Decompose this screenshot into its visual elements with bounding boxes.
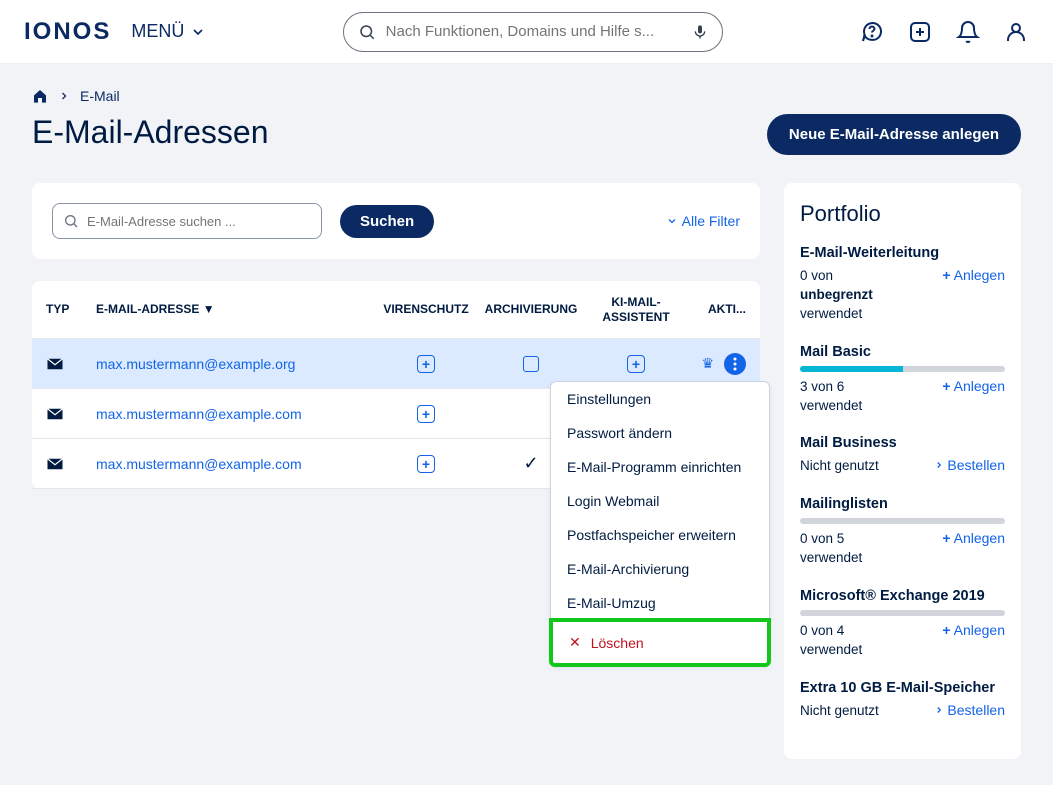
portfolio-item: Extra 10 GB E-Mail-Speicher Nicht genutzt… xyxy=(800,680,1005,721)
home-icon[interactable] xyxy=(32,88,48,104)
search-panel: Suchen Alle Filter xyxy=(32,183,760,259)
portfolio-action-link[interactable]: Bestellen xyxy=(934,457,1005,473)
close-icon: ✕ xyxy=(569,634,581,651)
row-context-menu: EinstellungenPasswort ändernE-Mail-Progr… xyxy=(550,381,770,666)
search-wrap xyxy=(218,12,847,52)
breadcrumb-current[interactable]: E-Mail xyxy=(80,88,120,104)
portfolio-usage: 3 von 6verwendet xyxy=(800,378,862,416)
bell-icon[interactable] xyxy=(955,19,981,45)
global-search-input[interactable] xyxy=(386,23,682,40)
portfolio-item-title: Extra 10 GB E-Mail-Speicher xyxy=(800,680,1005,696)
archive-checkbox[interactable] xyxy=(523,356,539,372)
menu-item[interactable]: Login Webmail xyxy=(551,484,769,518)
search-button[interactable]: Suchen xyxy=(340,205,434,238)
portfolio-item: E-Mail-Weiterleitung 0 vonunbegrenztverwe… xyxy=(800,245,1005,324)
col-actions[interactable]: AKTI... xyxy=(686,302,746,316)
portfolio-item-title: Mail Basic xyxy=(800,344,1005,360)
menu-item-delete[interactable]: ✕Löschen xyxy=(549,618,771,667)
email-link[interactable]: max.mustermann@example.org xyxy=(96,356,376,372)
menu-item[interactable]: E-Mail-Programm einrichten xyxy=(551,450,769,484)
usage-bar xyxy=(800,610,1005,616)
filter-label: Alle Filter xyxy=(682,213,740,229)
menu-item[interactable]: E-Mail-Archivierung xyxy=(551,552,769,586)
portfolio-item: Mailinglisten 0 von 5verwendet + Anlegen xyxy=(800,496,1005,568)
help-icon[interactable] xyxy=(859,19,885,45)
type-icon xyxy=(46,457,96,471)
all-filters-link[interactable]: Alle Filter xyxy=(666,213,740,229)
email-link[interactable]: max.mustermann@example.com xyxy=(96,406,376,422)
check-icon: ✓ xyxy=(523,453,538,474)
portfolio-item: Mail Basic 3 von 6verwendet + Anlegen xyxy=(800,344,1005,416)
email-table: TYP E-MAIL-ADRESSE ▼ VIRENSCHUTZ ARCHIVI… xyxy=(32,281,760,489)
add-icon[interactable] xyxy=(907,19,933,45)
portfolio-panel: Portfolio E-Mail-Weiterleitung 0 vonunbeg… xyxy=(784,183,1021,759)
virus-add-button[interactable]: + xyxy=(417,455,435,473)
virus-add-button[interactable]: + xyxy=(417,355,435,373)
portfolio-title: Portfolio xyxy=(800,201,1005,227)
search-icon xyxy=(63,213,79,229)
main-menu-button[interactable]: MENÜ xyxy=(131,21,206,42)
logo[interactable]: IONOS xyxy=(24,18,111,46)
header-icons xyxy=(859,19,1029,45)
email-search-box[interactable] xyxy=(52,203,322,239)
portfolio-usage: Nicht genutzt xyxy=(800,702,879,721)
crown-icon: ♛ xyxy=(701,355,714,372)
menu-item[interactable]: E-Mail-Umzug xyxy=(551,586,769,620)
portfolio-item-title: Microsoft® Exchange 2019 xyxy=(800,588,1005,604)
type-icon xyxy=(46,407,96,421)
portfolio-item-title: Mailinglisten xyxy=(800,496,1005,512)
portfolio-usage: Nicht genutzt xyxy=(800,457,879,476)
col-virus[interactable]: VIRENSCHUTZ xyxy=(376,302,476,316)
virus-add-button[interactable]: + xyxy=(417,405,435,423)
menu-item[interactable]: Postfachspeicher erweitern xyxy=(551,518,769,552)
page-title: E-Mail-Adressen xyxy=(32,114,269,151)
portfolio-item-title: Mail Business xyxy=(800,435,1005,451)
portfolio-item: Microsoft® Exchange 2019 0 von 4verwendet… xyxy=(800,588,1005,660)
portfolio-usage: 0 vonunbegrenztverwendet xyxy=(800,267,873,324)
portfolio-action-link[interactable]: + Anlegen xyxy=(942,378,1005,394)
portfolio-usage: 0 von 5verwendet xyxy=(800,530,862,568)
email-search-input[interactable] xyxy=(87,214,311,229)
sort-down-icon: ▼ xyxy=(203,302,215,316)
chevron-down-icon xyxy=(666,215,678,227)
ai-add-button[interactable]: + xyxy=(627,355,645,373)
portfolio-usage: 0 von 4verwendet xyxy=(800,622,862,660)
usage-bar xyxy=(800,518,1005,524)
menu-item[interactable]: Passwort ändern xyxy=(551,416,769,450)
usage-bar xyxy=(800,366,1005,372)
user-icon[interactable] xyxy=(1003,19,1029,45)
portfolio-action-link[interactable]: + Anlegen xyxy=(942,530,1005,546)
col-type[interactable]: TYP xyxy=(46,302,96,316)
col-ai[interactable]: KI-MAIL-ASSISTENT xyxy=(586,295,686,324)
col-archive[interactable]: ARCHIVIERUNG xyxy=(476,302,586,316)
search-icon xyxy=(358,23,376,41)
menu-item[interactable]: Einstellungen xyxy=(551,382,769,416)
portfolio-item-title: E-Mail-Weiterleitung xyxy=(800,245,1005,261)
portfolio-action-link[interactable]: Bestellen xyxy=(934,702,1005,718)
type-icon xyxy=(46,357,96,371)
portfolio-action-link[interactable]: + Anlegen xyxy=(942,622,1005,638)
breadcrumb: E-Mail xyxy=(32,88,1021,104)
email-link[interactable]: max.mustermann@example.com xyxy=(96,456,376,472)
global-search[interactable] xyxy=(343,12,723,52)
table-row[interactable]: max.mustermann@example.org++♛Einstellung… xyxy=(32,339,760,389)
col-email[interactable]: E-MAIL-ADRESSE ▼ xyxy=(96,302,376,316)
portfolio-action-link[interactable]: + Anlegen xyxy=(942,267,1005,283)
portfolio-item: Mail Business Nicht genutzt Bestellen xyxy=(800,435,1005,476)
new-email-button[interactable]: Neue E-Mail-Adresse anlegen xyxy=(767,114,1021,155)
top-header: IONOS MENÜ xyxy=(0,0,1053,64)
chevron-down-icon xyxy=(190,24,206,40)
row-actions-button[interactable] xyxy=(724,353,746,375)
table-header: TYP E-MAIL-ADRESSE ▼ VIRENSCHUTZ ARCHIVI… xyxy=(32,281,760,339)
menu-label: MENÜ xyxy=(131,21,184,42)
chevron-right-icon xyxy=(58,90,70,102)
mic-icon[interactable] xyxy=(692,24,708,40)
